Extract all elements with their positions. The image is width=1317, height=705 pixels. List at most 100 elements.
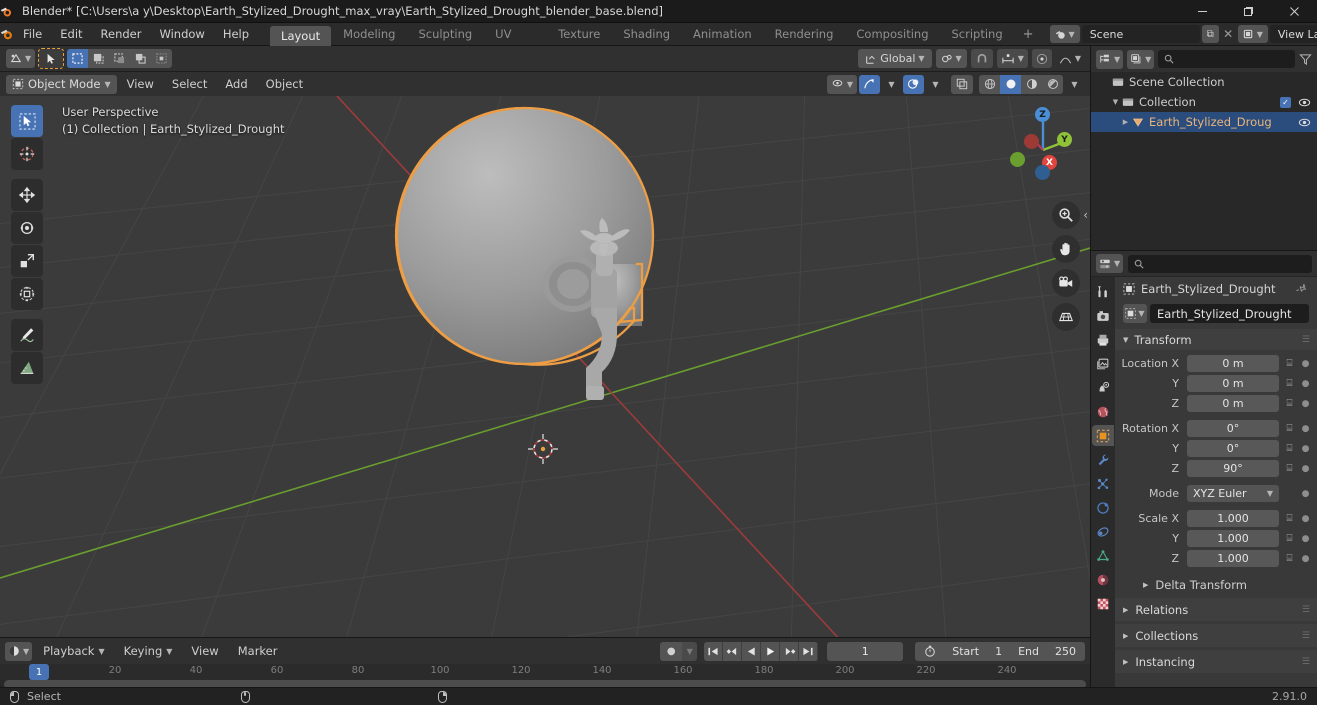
properties-tab-tool[interactable] xyxy=(1092,281,1114,302)
select-set-icon[interactable] xyxy=(67,49,89,68)
rotation-y-input[interactable]: 0° xyxy=(1187,440,1279,457)
scale-tool[interactable] xyxy=(11,245,43,277)
properties-editor-type-icon[interactable]: ▼ xyxy=(1096,254,1124,273)
workspace-tab-texture-paint[interactable]: Texture Paint xyxy=(547,23,611,64)
properties-tab-world[interactable] xyxy=(1092,401,1114,422)
timeline-menu-marker[interactable]: Marker xyxy=(230,642,286,661)
timeline-ruler[interactable]: 20 40 60 80 100 120 140 160 180 200 220 … xyxy=(0,664,1090,689)
snap-to-dropdown[interactable]: ▼ xyxy=(935,49,967,68)
gizmo-axis-neg-y[interactable] xyxy=(1010,152,1025,167)
pan-hand-icon[interactable] xyxy=(1052,235,1080,263)
snap-magnet-toggle[interactable] xyxy=(970,49,993,68)
delta-transform-subpanel[interactable]: ▶ Delta Transform xyxy=(1115,575,1317,595)
workspace-tab-uv-editing[interactable]: UV Editing xyxy=(484,23,546,64)
gizmo-dropdown[interactable]: ▼ xyxy=(882,75,901,94)
stopwatch-icon[interactable] xyxy=(924,645,936,657)
properties-tab-physics[interactable] xyxy=(1092,497,1114,518)
play-button[interactable] xyxy=(761,641,781,661)
animate-dot-icon[interactable]: ● xyxy=(1300,464,1311,474)
expander-icon[interactable]: ▼ xyxy=(1109,98,1122,106)
transform-orientation-dropdown[interactable]: Global ▼ xyxy=(858,49,932,68)
animate-dot-icon[interactable]: ● xyxy=(1300,379,1311,389)
shading-mode-group[interactable] xyxy=(979,74,1063,94)
proportional-editing-toggle[interactable] xyxy=(1031,49,1052,68)
gizmo-axis-z[interactable]: Z xyxy=(1035,107,1050,122)
select-invert-icon[interactable] xyxy=(130,49,151,68)
timeline-playhead[interactable]: 1 xyxy=(29,664,49,680)
annotate-tool[interactable] xyxy=(11,319,43,351)
lock-icon[interactable]: ⌸ xyxy=(1283,553,1296,564)
select-extend-icon[interactable] xyxy=(88,49,109,68)
gizmo-axis-neg-x[interactable] xyxy=(1024,134,1039,149)
interaction-mode-dropdown[interactable]: Object Mode ▼ xyxy=(6,74,117,94)
lock-icon[interactable]: ⌸ xyxy=(1283,463,1296,474)
animate-dot-icon[interactable]: ● xyxy=(1300,489,1311,499)
lock-icon[interactable]: ⌸ xyxy=(1283,533,1296,544)
proportional-falloff-dropdown[interactable]: ▼ xyxy=(1056,49,1084,68)
current-frame-input[interactable]: 1 xyxy=(827,641,904,661)
outliner-filter-icon[interactable] xyxy=(1299,53,1312,66)
properties-tab-texture[interactable] xyxy=(1092,593,1114,614)
workspace-tab-animation[interactable]: Animation xyxy=(682,23,763,46)
properties-search-input[interactable] xyxy=(1128,254,1312,273)
rotation-x-input[interactable]: 0° xyxy=(1187,420,1279,437)
visibility-eye-icon[interactable] xyxy=(1298,117,1311,128)
shading-rendered-icon[interactable] xyxy=(1042,75,1063,94)
collection-checkbox[interactable]: ✓ xyxy=(1280,96,1291,108)
jump-to-start-button[interactable] xyxy=(704,641,724,661)
workspace-tab-rendering[interactable]: Rendering xyxy=(764,23,845,46)
jump-to-end-button[interactable] xyxy=(799,641,819,661)
outliner-row-collection[interactable]: ▼ Collection ✓ xyxy=(1091,92,1317,112)
lock-icon[interactable]: ⌸ xyxy=(1283,398,1296,409)
outliner-display-mode-icon[interactable]: ▼ xyxy=(1127,49,1155,69)
cursor-tool[interactable] xyxy=(11,138,43,170)
zoom-icon[interactable] xyxy=(1052,201,1080,229)
properties-tab-constraints[interactable] xyxy=(1092,521,1114,542)
auto-keying-dropdown[interactable]: ▼ xyxy=(682,641,698,661)
animate-dot-icon[interactable]: ● xyxy=(1300,534,1311,544)
move-tool[interactable] xyxy=(11,179,43,211)
viewport-menu-select[interactable]: Select xyxy=(164,75,215,94)
menu-render[interactable]: Render xyxy=(92,25,151,44)
toggle-perspective-icon[interactable] xyxy=(1052,303,1080,331)
properties-tab-render[interactable] xyxy=(1092,305,1114,326)
menu-edit[interactable]: Edit xyxy=(51,25,91,44)
close-button[interactable] xyxy=(1271,0,1317,23)
menu-help[interactable]: Help xyxy=(214,25,258,44)
properties-tab-output[interactable] xyxy=(1092,329,1114,350)
viewport-menu-add[interactable]: Add xyxy=(217,75,255,94)
menu-file[interactable]: File xyxy=(14,25,51,44)
workspace-tab-layout[interactable]: Layout xyxy=(270,25,332,46)
properties-tab-material[interactable] xyxy=(1092,569,1114,590)
scene-browse-icon[interactable]: ▼ xyxy=(1049,25,1080,43)
tweak-select-box-tool[interactable] xyxy=(11,105,43,137)
collections-panel[interactable]: ▶ Collections ☰ xyxy=(1115,624,1317,647)
scale-z-input[interactable]: 1.000 xyxy=(1187,550,1279,567)
viewport-menu-view[interactable]: View xyxy=(119,75,162,94)
gizmo-axis-y[interactable]: Y xyxy=(1057,132,1072,147)
rotate-tool[interactable] xyxy=(11,212,43,244)
properties-tab-particles[interactable] xyxy=(1092,473,1114,494)
viewport-axis-gizmo[interactable]: Z Y X xyxy=(1004,104,1078,180)
unlink-scene-icon[interactable]: ✕ xyxy=(1221,27,1236,41)
lock-icon[interactable]: ⌸ xyxy=(1283,358,1296,369)
workspace-tab-shading[interactable]: Shading xyxy=(612,23,681,46)
properties-tab-scene[interactable] xyxy=(1092,377,1114,398)
transform-panel-header[interactable]: ▼ Transform ☰ xyxy=(1115,329,1317,350)
pin-icon[interactable] xyxy=(1295,281,1311,297)
workspace-tab-scripting[interactable]: Scripting xyxy=(941,23,1014,46)
rotation-z-input[interactable]: 90° xyxy=(1187,460,1279,477)
timeline-editor-type-icon[interactable]: ▼ xyxy=(5,641,33,661)
object-type-icon[interactable]: ▼ xyxy=(1123,304,1147,323)
properties-tab-view-layer[interactable] xyxy=(1092,353,1114,374)
lock-icon[interactable]: ⌸ xyxy=(1283,423,1296,434)
shading-wireframe-icon[interactable] xyxy=(979,75,1000,94)
animate-dot-icon[interactable]: ● xyxy=(1300,399,1311,409)
select-mode-group[interactable] xyxy=(67,49,173,68)
relations-panel[interactable]: ▶ Relations ☰ xyxy=(1115,598,1317,621)
location-x-input[interactable]: 0 m xyxy=(1187,355,1279,372)
workspace-tab-modeling[interactable]: Modeling xyxy=(332,23,406,46)
auto-keying-toggle[interactable]: ● xyxy=(660,641,683,661)
minimize-button[interactable] xyxy=(1179,0,1225,23)
select-intersect-icon[interactable] xyxy=(151,49,172,68)
